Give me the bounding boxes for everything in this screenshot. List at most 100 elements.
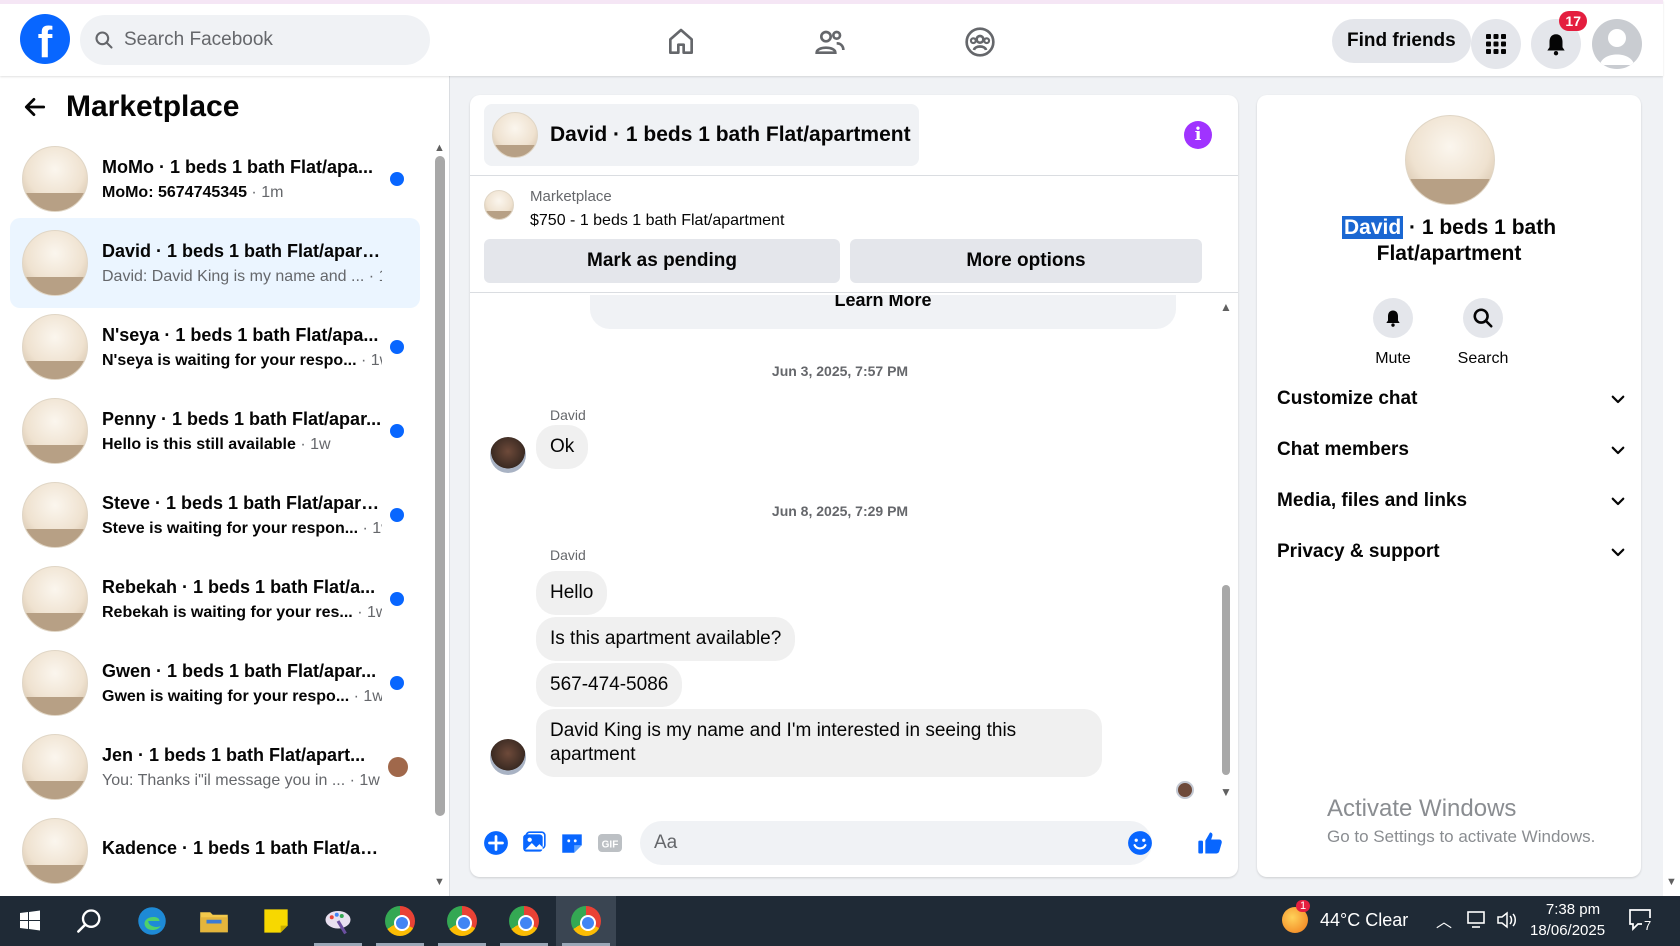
chrome-icon[interactable] <box>494 896 554 946</box>
tray-expand-icon[interactable]: ︿ <box>1436 908 1452 932</box>
message-bubble[interactable]: David King is my name and I'm interested… <box>536 709 1102 777</box>
conversation-item[interactable]: Rebekah · 1 beds 1 bath Flat/a... Rebekah… <box>10 554 420 644</box>
chrome-logo <box>571 906 601 936</box>
sender-avatar[interactable] <box>490 437 526 473</box>
listing-thumbnail <box>22 650 88 716</box>
learn-more-button[interactable]: Learn More <box>590 295 1176 329</box>
emoji-icon[interactable] <box>1126 829 1154 857</box>
panel-section-row[interactable]: Privacy & support <box>1277 530 1627 574</box>
message-bubble[interactable]: Ok <box>536 425 589 469</box>
edge-icon[interactable] <box>122 896 182 946</box>
scroll-up-icon[interactable]: ▲ <box>434 142 445 154</box>
seen-indicator-avatar <box>1176 781 1194 799</box>
file-explorer-icon[interactable] <box>184 896 244 946</box>
conversation-item[interactable]: David · 1 beds 1 bath Flat/apart... David… <box>10 218 420 308</box>
conversation-preview: N'seya is waiting for your respo... · 1w <box>102 352 382 370</box>
gif-label: GIF <box>602 840 619 851</box>
weather-badge: 1 <box>1296 900 1311 912</box>
more-options-button[interactable]: More options <box>850 239 1202 283</box>
panel-section-row[interactable]: Media, files and links <box>1277 479 1627 523</box>
sticky-notes-icon[interactable] <box>246 896 306 946</box>
bell-icon <box>1547 34 1565 56</box>
conversation-item[interactable]: Steve · 1 beds 1 bath Flat/apart... Steve… <box>10 470 420 560</box>
message-input[interactable] <box>640 821 1152 865</box>
conversation-item[interactable]: Gwen · 1 beds 1 bath Flat/apar... Gwen is… <box>10 638 420 728</box>
taskbar-search-icon[interactable] <box>60 896 120 946</box>
back-arrow-icon[interactable] <box>22 94 48 120</box>
chat-scroll-down-icon[interactable]: ▼ <box>1220 785 1232 799</box>
chrome-icon[interactable] <box>370 896 430 946</box>
photo-icon[interactable] <box>520 829 548 857</box>
groups-icon[interactable] <box>960 22 1000 62</box>
page-scroll-down-icon[interactable]: ▼ <box>1666 876 1677 888</box>
gif-icon[interactable]: GIF <box>596 829 624 857</box>
sticker-icon[interactable] <box>558 829 586 857</box>
windows-taskbar: 1 44°C Clear ︿ 7:38 pm 18/06/2025 7 <box>0 896 1680 946</box>
preview-text: MoMo: 5674745345 <box>102 183 247 201</box>
notifications-button[interactable]: 17 <box>1531 11 1587 69</box>
message-bubble[interactable]: 567-474-5086 <box>536 663 683 707</box>
clock-date[interactable]: 18/06/2025 <box>1530 922 1605 939</box>
chrome-icon[interactable] <box>432 896 492 946</box>
facebook-logo[interactable]: f <box>20 14 70 64</box>
conversation-title: Rebekah · 1 beds 1 bath Flat/a... <box>102 576 376 597</box>
like-thumb-icon[interactable] <box>1196 829 1224 857</box>
marketplace-sidebar: Marketplace MoMo · 1 beds 1 bath Flat/ap… <box>0 76 450 896</box>
conversation-text: Jen · 1 beds 1 bath Flat/apart... You: Th… <box>102 745 382 790</box>
message-bubble[interactable]: Is this apartment available? <box>536 617 796 661</box>
info-icon[interactable]: i <box>1184 121 1212 149</box>
windows-start-icon[interactable] <box>0 896 60 946</box>
search-action[interactable]: Search <box>1448 298 1518 368</box>
mute-action[interactable]: Mute <box>1358 298 1428 368</box>
sidebar-scrollbar[interactable] <box>435 156 445 816</box>
listing-avatar[interactable] <box>1405 115 1495 205</box>
message-bubble[interactable]: Hello <box>536 571 608 615</box>
mark-as-pending-button[interactable]: Mark as pending <box>484 239 840 283</box>
page-scrollbar[interactable]: ▼ <box>1663 0 1680 896</box>
volume-icon[interactable] <box>1496 910 1518 935</box>
scroll-down-icon[interactable]: ▼ <box>434 876 445 888</box>
find-friends-button[interactable]: Find friends <box>1332 19 1471 63</box>
preview-time: · 1m <box>251 183 284 201</box>
friends-icon[interactable] <box>810 22 850 62</box>
sender-avatar[interactable] <box>490 739 526 775</box>
conversation-text: Penny · 1 beds 1 bath Flat/apar... Hello … <box>102 409 382 454</box>
preview-time: · 1w <box>353 687 382 705</box>
panel-section-row[interactable]: Customize chat <box>1277 377 1627 421</box>
account-avatar[interactable] <box>1592 19 1642 69</box>
unread-dot <box>390 592 404 606</box>
conversation-item[interactable]: Jen · 1 beds 1 bath Flat/apart... You: Th… <box>10 722 420 812</box>
chrome-logo <box>509 906 539 936</box>
panel-section-row[interactable]: Chat members <box>1277 428 1627 472</box>
network-icon[interactable] <box>1466 910 1488 935</box>
conversation-item[interactable]: N'seya · 1 beds 1 bath Flat/apa... N'seya… <box>10 302 420 392</box>
home-icon[interactable] <box>661 22 701 62</box>
chat-scroll-up-icon[interactable]: ▲ <box>1220 300 1232 314</box>
weather-text[interactable]: 44°C Clear <box>1320 910 1408 931</box>
preview-text: Rebekah is waiting for your res... <box>102 603 353 621</box>
clock-time[interactable]: 7:38 pm <box>1540 901 1606 918</box>
name-line-2: Flat/apartment <box>1376 242 1522 265</box>
chrome-icon[interactable] <box>556 896 616 946</box>
plus-icon[interactable] <box>482 829 510 857</box>
chat-title: David · 1 beds 1 bath Flat/apartment <box>550 123 911 146</box>
conversation-item[interactable]: MoMo · 1 beds 1 bath Flat/apa... MoMo: 56… <box>10 134 420 224</box>
menu-grid-icon[interactable] <box>1471 19 1521 69</box>
chat-header[interactable]: David · 1 beds 1 bath Flat/apartment <box>484 104 919 166</box>
panel-section-label: Chat members <box>1277 439 1409 460</box>
chat-scrollbar[interactable] <box>1222 585 1230 775</box>
paint-icon[interactable] <box>308 896 368 946</box>
search-icon <box>1463 298 1503 338</box>
preview-time: · 1w <box>357 603 382 621</box>
conversation-preview: Hello is this still available · 1w <box>102 436 382 454</box>
chevron-down-icon <box>1611 395 1625 404</box>
action-center-icon[interactable]: 7 <box>1628 908 1654 937</box>
search-box[interactable] <box>80 15 430 65</box>
conversation-title: David · 1 beds 1 bath Flat/apart... <box>102 240 382 261</box>
conversation-item[interactable]: Penny · 1 beds 1 bath Flat/apar... Hello … <box>10 386 420 476</box>
search-input[interactable] <box>124 29 404 51</box>
chevron-down-icon <box>1611 548 1625 557</box>
listing-thumbnail <box>492 112 538 158</box>
preview-text: Steve is waiting for your respon... <box>102 519 359 537</box>
conversation-item[interactable]: Kadence · 1 beds 1 bath Flat/apa... <box>10 806 420 896</box>
